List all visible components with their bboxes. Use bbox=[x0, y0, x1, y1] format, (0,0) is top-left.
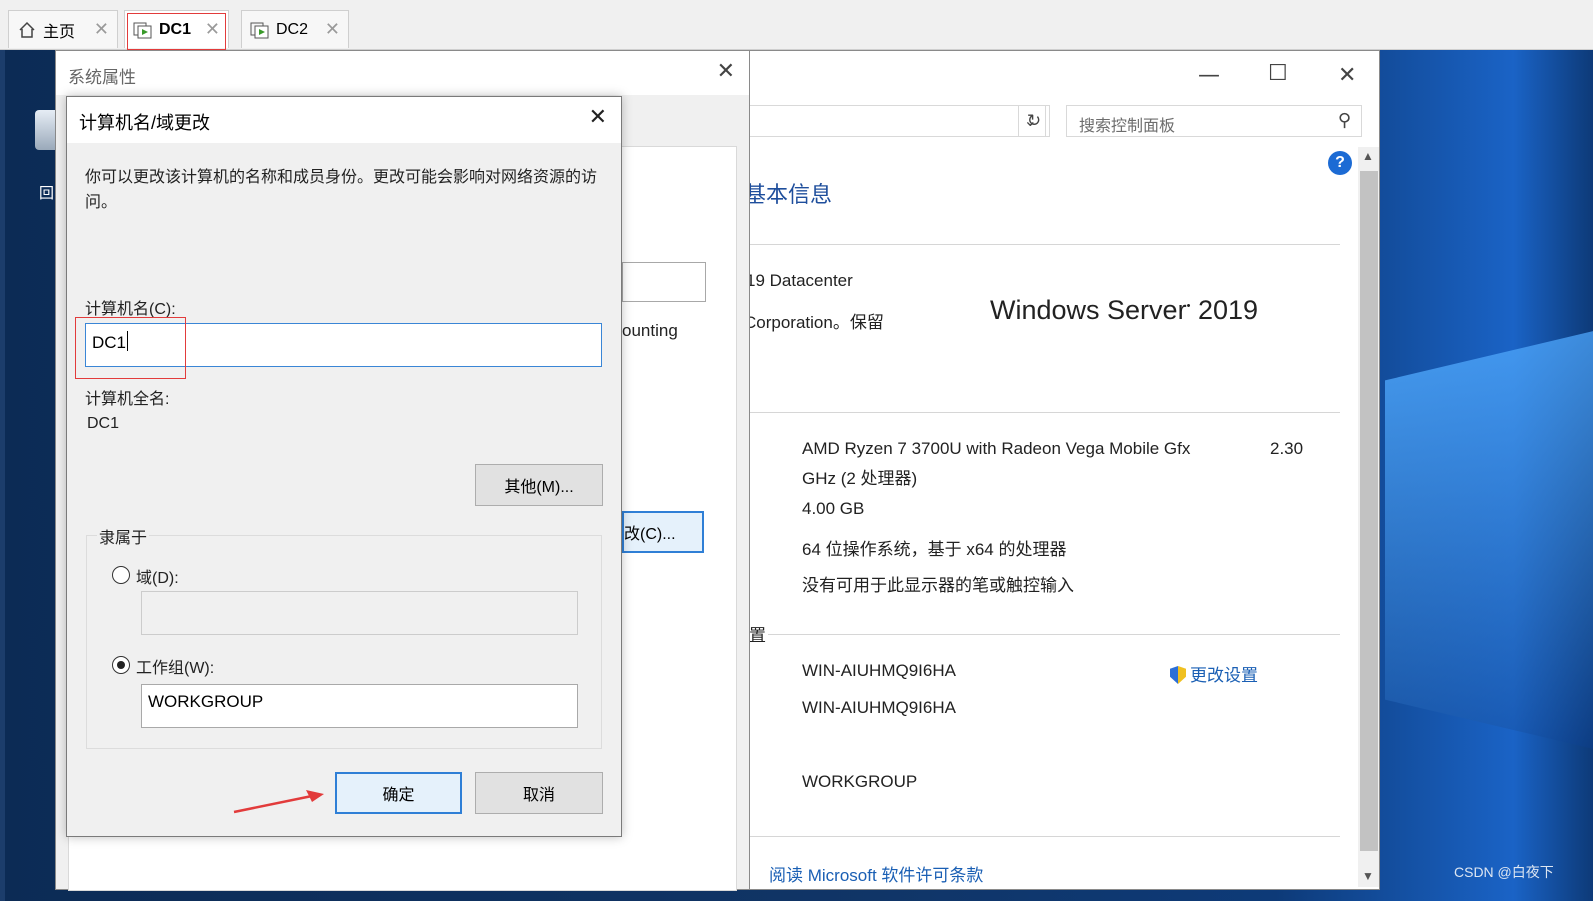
scroll-up-icon[interactable]: ▲ bbox=[1362, 149, 1374, 163]
logo-text: Windows Server bbox=[990, 295, 1187, 325]
annotation-arrow bbox=[233, 790, 324, 814]
divider bbox=[750, 244, 1340, 245]
system-type-value: 64 位操作系统，基于 x64 的处理器 bbox=[802, 540, 1067, 559]
domain-input[interactable] bbox=[141, 591, 578, 635]
cancel-button[interactable]: 取消 bbox=[475, 772, 603, 814]
divider bbox=[750, 836, 1340, 837]
vm-icon bbox=[250, 20, 270, 40]
member-of-group: 隶属于 域(D): 工作组(W): WORKGROUP bbox=[86, 524, 602, 749]
vm-tab-strip: 主页 ✕ DC1 ✕ DC2 ✕ bbox=[0, 0, 1593, 50]
logo-year: 2019 bbox=[1197, 295, 1259, 325]
computer-name-label: 计算机名(C): bbox=[85, 301, 176, 318]
highlight-box bbox=[75, 317, 186, 379]
search-icon[interactable]: ⚲ bbox=[1338, 110, 1351, 131]
section-heading-settings: 置 bbox=[749, 626, 766, 645]
minimize-icon[interactable]: — bbox=[1198, 63, 1220, 88]
system-properties-title: 系统属性 bbox=[56, 51, 749, 95]
domain-label: 域(D): bbox=[136, 570, 179, 587]
copyright-text: Corporation。保留 bbox=[744, 313, 884, 332]
full-name-value: DC1 bbox=[87, 415, 120, 432]
tab-dc2-label: DC2 bbox=[276, 20, 309, 38]
workgroup-input[interactable]: WORKGROUP bbox=[141, 684, 578, 728]
change-settings-label: 更改设置 bbox=[1190, 666, 1258, 685]
scroll-thumb[interactable] bbox=[1360, 171, 1378, 851]
refresh-icon[interactable]: ↻ bbox=[1018, 105, 1050, 137]
change-settings-link[interactable]: 更改设置 bbox=[1170, 661, 1258, 686]
partial-text: ounting bbox=[622, 321, 678, 340]
section-heading: 基本信息 bbox=[744, 182, 833, 207]
tab-home-label: 主页 bbox=[43, 23, 76, 41]
tab-dc2[interactable]: DC2 ✕ bbox=[241, 10, 349, 48]
divider bbox=[768, 634, 1340, 635]
tab-dc2-close-icon[interactable]: ✕ bbox=[325, 19, 340, 40]
windows-server-logo: Windows Server• 2019 bbox=[990, 295, 1259, 325]
divider bbox=[750, 412, 1340, 413]
description-field[interactable] bbox=[622, 262, 706, 302]
tab-dc1[interactable]: DC1 ✕ bbox=[124, 10, 229, 50]
tab-dc1-label: DC1 bbox=[159, 20, 192, 38]
close-icon[interactable]: ✕ bbox=[1338, 63, 1356, 88]
domain-radio[interactable] bbox=[112, 566, 130, 584]
processor-count: GHz (2 处理器) bbox=[802, 469, 918, 488]
close-icon[interactable]: ✕ bbox=[589, 105, 607, 130]
full-name-value: WIN-AIUHMQ9I6HA bbox=[802, 698, 956, 717]
tab-home-close-icon[interactable]: ✕ bbox=[94, 19, 109, 40]
computer-name-value: WIN-AIUHMQ9I6HA bbox=[802, 661, 956, 680]
workgroup-value: WORKGROUP bbox=[802, 772, 918, 791]
pen-touch-value: 没有可用于此显示器的笔或触控输入 bbox=[802, 576, 1074, 595]
ok-button[interactable]: 确定 bbox=[335, 772, 462, 814]
scroll-down-icon[interactable]: ▼ bbox=[1362, 869, 1374, 883]
change-button[interactable]: 改(C)... bbox=[622, 511, 704, 553]
search-placeholder: 搜索控制面板 bbox=[1079, 118, 1176, 135]
address-bar[interactable]: ⌄ bbox=[746, 105, 1046, 137]
dialog-title: 计算机名/域更改 bbox=[67, 97, 621, 143]
tab-dc1-close-icon[interactable]: ✕ bbox=[205, 19, 220, 40]
dialog-description: 你可以更改该计算机的名称和成员身份。更改可能会影响对网络资源的访问。 bbox=[85, 169, 598, 211]
shield-icon bbox=[1170, 666, 1186, 684]
workgroup-radio[interactable] bbox=[112, 656, 130, 674]
vm-icon bbox=[133, 20, 153, 40]
watermark: CSDN @白夜下 bbox=[1454, 864, 1554, 880]
close-icon[interactable]: ✕ bbox=[717, 59, 735, 84]
home-icon bbox=[17, 20, 37, 40]
maximize-icon[interactable]: ☐ bbox=[1268, 61, 1288, 86]
license-terms-link[interactable]: 阅读 Microsoft 软件许可条款 bbox=[769, 861, 983, 886]
windows-edition: 19 Datacenter bbox=[746, 271, 853, 290]
processor-speed: 2.30 bbox=[1270, 439, 1304, 458]
more-button[interactable]: 其他(M)... bbox=[475, 464, 603, 506]
workgroup-label: 工作组(W): bbox=[136, 660, 215, 677]
search-input[interactable]: 搜索控制面板 ⚲ bbox=[1066, 105, 1362, 137]
member-of-label: 隶属于 bbox=[97, 524, 150, 548]
help-icon[interactable]: ? bbox=[1328, 151, 1352, 175]
computer-name-dialog: 计算机名/域更改 ✕ 你可以更改该计算机的名称和成员身份。更改可能会影响对网络资… bbox=[66, 96, 622, 837]
processor-value: AMD Ryzen 7 3700U with Radeon Vega Mobil… bbox=[802, 439, 1191, 458]
scrollbar[interactable]: ▲ ▼ bbox=[1358, 147, 1379, 887]
tab-home[interactable]: 主页 ✕ bbox=[8, 10, 118, 48]
windows-logo-glow bbox=[1385, 330, 1593, 750]
full-name-label: 计算机全名: bbox=[85, 391, 170, 408]
memory-value: 4.00 GB bbox=[802, 499, 865, 518]
